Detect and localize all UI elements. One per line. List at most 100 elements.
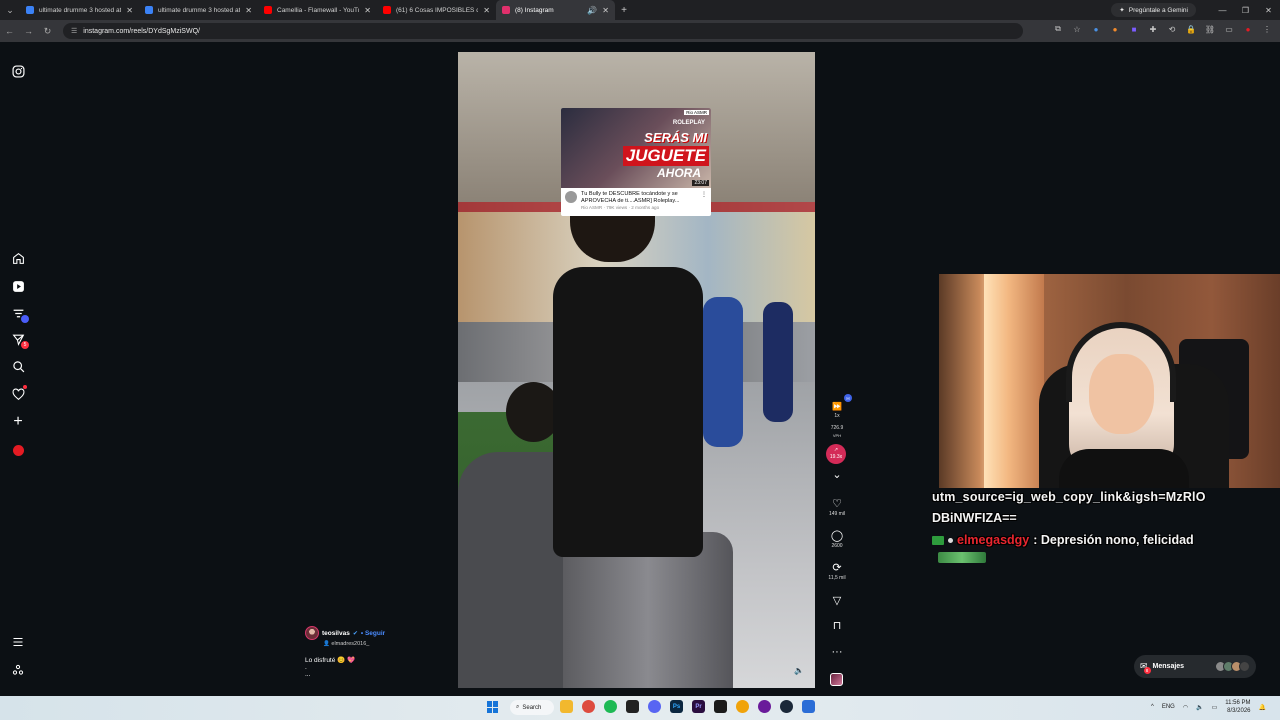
repost-button[interactable]: ⟳ 11,5 mil: [826, 562, 848, 582]
wifi-icon[interactable]: ◠: [1183, 704, 1188, 711]
app-icon[interactable]: [758, 700, 771, 713]
boost-badge[interactable]: ↗ 19.3x: [826, 444, 846, 464]
share-button[interactable]: ▽: [826, 595, 848, 608]
taskbar-search[interactable]: ⌕ Search: [510, 700, 554, 715]
feed-filter-icon[interactable]: [9, 304, 29, 323]
save-button[interactable]: ⊓: [826, 620, 848, 633]
menu-dots-icon[interactable]: ⋮: [1262, 24, 1272, 34]
author-avatar[interactable]: [305, 626, 319, 640]
url-input[interactable]: ☰ instagram.com/reels/DYdSgMziSWQ/: [63, 23, 1023, 39]
notification-badge: [21, 315, 29, 323]
language-indicator[interactable]: ENG: [1162, 704, 1175, 710]
steam-icon[interactable]: [780, 700, 793, 713]
instagram-logo-icon[interactable]: [9, 62, 27, 80]
stream-chat-overlay: utm_source=ig_web_copy_link&igsh=MzRlO D…: [932, 490, 1280, 563]
reel-video[interactable]: Rio ASMR ROLEPLAY SERÁS MI JUGUETE AHORA…: [458, 52, 815, 688]
app-icon[interactable]: [736, 700, 749, 713]
file-explorer-icon[interactable]: [560, 700, 573, 713]
tray-chevron-icon[interactable]: ^: [1151, 704, 1154, 710]
more-vertical-icon[interactable]: ⋮: [701, 191, 707, 210]
chrome-icon[interactable]: [582, 700, 595, 713]
tab-close-icon[interactable]: ✕: [602, 6, 609, 15]
volume-icon[interactable]: 🔈: [794, 666, 804, 675]
tab-4[interactable]: (61) 6 Cosas IMPOSIBLES de G ✕: [377, 0, 496, 20]
extension-icon[interactable]: ●: [1091, 24, 1101, 34]
volume-icon[interactable]: 🔈: [1196, 704, 1203, 711]
close-window-icon[interactable]: ✕: [1257, 0, 1280, 20]
views-per-hour-stat: 726.9 VPH: [826, 425, 848, 439]
app-icon[interactable]: [626, 700, 639, 713]
tab-close-icon[interactable]: ✕: [483, 6, 490, 15]
caption-text: Lo disfruté 😊 💖: [305, 657, 356, 664]
verified-badge-icon: ✔: [352, 630, 358, 637]
tab-search-icon[interactable]: ⌄: [0, 0, 20, 20]
instagram-favicon-icon: [502, 6, 510, 14]
collapse-button[interactable]: ⌄: [826, 469, 848, 482]
caption-more-button[interactable]: ...: [305, 671, 455, 678]
lock-icon[interactable]: 🔒: [1186, 24, 1196, 34]
tab-close-icon[interactable]: ✕: [245, 6, 252, 15]
notifications-bell-icon[interactable]: 🔔: [1259, 704, 1266, 711]
tab-5-active[interactable]: (8) Instagram 🔊 ✕: [496, 0, 615, 20]
author-username[interactable]: teosilvas: [322, 630, 350, 637]
tab-close-icon[interactable]: ✕: [126, 6, 133, 15]
premiere-icon[interactable]: Pr: [692, 700, 705, 713]
shield-icon[interactable]: [802, 700, 815, 713]
tab-close-icon[interactable]: ✕: [364, 6, 371, 15]
clock[interactable]: 11:56 PM 8/3/2026: [1225, 699, 1250, 715]
more-menu-icon[interactable]: [9, 633, 27, 651]
comment-icon: ◯: [830, 530, 844, 542]
home-icon[interactable]: [9, 249, 27, 267]
profile-avatar-icon[interactable]: ●: [1243, 24, 1253, 34]
discord-icon[interactable]: [648, 700, 661, 713]
bookmark-star-icon[interactable]: ☆: [1072, 24, 1082, 34]
messages-pill[interactable]: ✉ 8 Mensajes: [1134, 655, 1256, 678]
tab-audio-icon[interactable]: 🔊: [587, 6, 597, 15]
messages-icon[interactable]: 5: [9, 330, 29, 349]
clock-date: 8/3/2026: [1227, 708, 1251, 714]
follow-button[interactable]: • Seguir: [361, 630, 385, 637]
likes-count: 149 mil: [828, 511, 846, 517]
extension-icon[interactable]: ●: [1110, 24, 1120, 34]
reload-icon[interactable]: ↻: [38, 26, 57, 37]
photoshop-icon[interactable]: Ps: [670, 700, 683, 713]
more-options-button[interactable]: ···: [826, 646, 848, 659]
link-icon[interactable]: ⛓: [1205, 24, 1215, 34]
playback-speed-button[interactable]: ⏩ 1x: [826, 400, 848, 420]
youtube-card-info: Tu Bully te DESCUBRE tocándote y se APRO…: [561, 188, 711, 213]
install-app-icon[interactable]: ⧉: [1053, 24, 1063, 34]
tab-2[interactable]: ultimate drumme 3 hosted at Im ✕: [139, 0, 258, 20]
app-icon[interactable]: [714, 700, 727, 713]
profile-avatar-icon[interactable]: [9, 441, 27, 459]
new-tab-button[interactable]: +: [615, 5, 633, 16]
youtube-video-card[interactable]: Rio ASMR ROLEPLAY SERÁS MI JUGUETE AHORA…: [561, 108, 711, 216]
forward-icon[interactable]: →: [19, 26, 38, 36]
minimize-icon[interactable]: —: [1211, 0, 1234, 20]
messages-count-badge: 8: [1143, 667, 1151, 674]
collaborator-username[interactable]: 👤 elmadres2016_: [323, 641, 455, 647]
spotify-icon[interactable]: [604, 700, 617, 713]
system-tray: ^ ENG ◠ 🔈 ▭ 11:56 PM 8/3/2026 🔔: [1151, 699, 1266, 715]
reels-icon[interactable]: [9, 277, 27, 295]
create-plus-icon[interactable]: +: [9, 413, 27, 431]
site-info-icon[interactable]: ☰: [71, 27, 77, 35]
restore-icon[interactable]: ❐: [1234, 0, 1257, 20]
extension-icon[interactable]: ■: [1129, 24, 1139, 34]
puzzle-icon[interactable]: ✚: [1148, 24, 1158, 34]
meta-apps-icon[interactable]: [9, 661, 27, 679]
tab-1[interactable]: ultimate drumme 3 hosted at Im ✕: [20, 0, 139, 20]
history-icon[interactable]: ⟲: [1167, 24, 1177, 34]
back-icon[interactable]: ←: [0, 26, 19, 36]
tab-title: (61) 6 Cosas IMPOSIBLES de G: [396, 6, 479, 14]
gemini-button[interactable]: ✦ Pregúntale a Gemini: [1111, 3, 1196, 17]
tab-3[interactable]: Camellia - Flamewall - YouTube ✕: [258, 0, 377, 20]
battery-icon[interactable]: ▭: [1212, 704, 1218, 711]
speed-extension-badge: H: [844, 394, 852, 402]
windows-start-icon[interactable]: [487, 701, 499, 713]
notifications-heart-icon[interactable]: [9, 385, 27, 403]
search-icon[interactable]: [9, 357, 27, 375]
like-button[interactable]: ♡ 149 mil: [826, 498, 848, 518]
comment-button[interactable]: ◯ 2600: [826, 530, 848, 550]
split-view-icon[interactable]: ▭: [1224, 24, 1234, 34]
audio-thumbnail[interactable]: [830, 673, 843, 686]
